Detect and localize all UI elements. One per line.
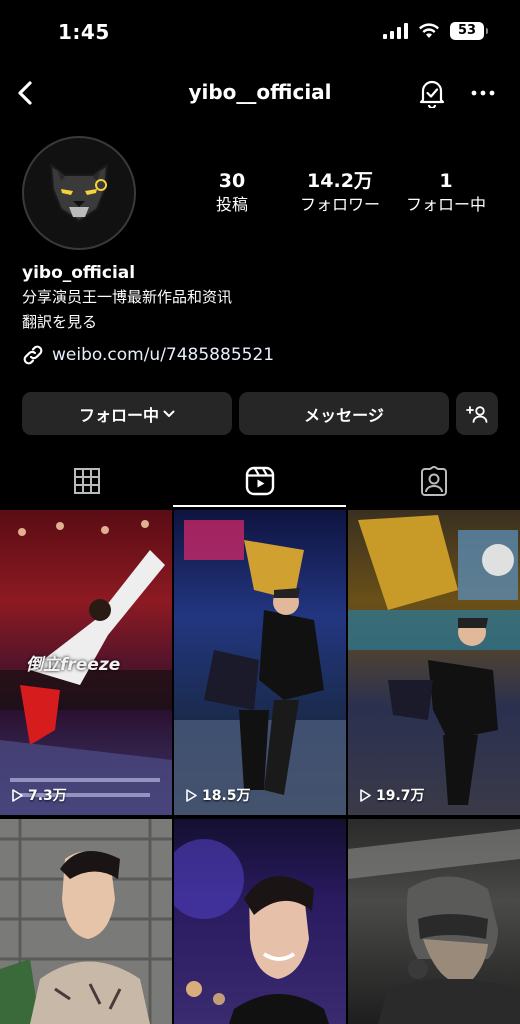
cellular-signal-icon: [383, 23, 408, 39]
profile-header: yibo__official: [0, 70, 520, 116]
reel-thumbnail: [348, 829, 520, 1024]
battery-icon: 53: [450, 22, 488, 40]
translate-link[interactable]: 翻訳を見る: [22, 310, 502, 335]
profile-tabs: [0, 455, 520, 507]
reel-overlay-text: 倒立freeze: [26, 655, 121, 675]
reel-tile[interactable]: 18.5万: [174, 510, 346, 815]
grid-icon: [73, 468, 100, 494]
link-text[interactable]: weibo.com/u/7485885521: [52, 345, 274, 365]
reel-thumbnail: [348, 515, 520, 805]
more-options-button[interactable]: [468, 76, 498, 110]
wifi-icon: [419, 23, 439, 38]
profile-link[interactable]: weibo.com/u/7485885521: [22, 344, 274, 366]
add-user-icon: [466, 405, 488, 423]
bio-text: 分享演员王一博最新作品和资讯: [22, 288, 233, 306]
profile-bio: yibo_official 分享演员王一博最新作品和资讯 翻訳を見る: [22, 261, 502, 335]
following-button[interactable]: フォロー中: [22, 392, 232, 435]
bell-check-icon: [419, 80, 445, 108]
reels-grid: 倒立freeze 7.3万 18.5万 19.7万: [0, 510, 520, 1024]
reel-views: 18.5万: [186, 785, 251, 805]
ellipsis-icon: [471, 90, 495, 96]
stat-value: 14.2万: [307, 170, 373, 192]
stat-label: フォロワー: [299, 195, 380, 214]
status-indicators: 53: [383, 22, 488, 40]
reel-thumbnail: [174, 839, 329, 1024]
tab-reels[interactable]: [173, 455, 346, 507]
following-label: フォロー中: [78, 405, 159, 425]
tab-posts-grid[interactable]: [0, 455, 173, 507]
stat-following[interactable]: 1 フォロー中: [396, 168, 496, 216]
active-tab-indicator: [173, 505, 346, 507]
reels-icon: [245, 466, 274, 496]
play-icon: [186, 788, 197, 802]
reel-tile[interactable]: [174, 819, 346, 1024]
message-label: メッセージ: [304, 405, 384, 425]
status-bar: 1:45 53: [0, 0, 520, 64]
link-icon: [23, 345, 43, 365]
stat-label: フォロー中: [405, 195, 486, 214]
message-button[interactable]: メッセージ: [239, 392, 449, 435]
notifications-button[interactable]: [416, 76, 448, 110]
reel-tile[interactable]: 19.7万: [348, 510, 520, 815]
reel-views: 7.3万: [12, 785, 67, 805]
suggested-users-button[interactable]: [456, 392, 498, 435]
play-icon: [360, 788, 371, 802]
tab-tagged[interactable]: [347, 455, 520, 507]
profile-name: yibo_official: [22, 263, 136, 283]
reel-thumbnail: [174, 520, 346, 815]
reel-tile[interactable]: [0, 819, 172, 1024]
stat-posts[interactable]: 30 投稿: [192, 168, 272, 216]
status-time: 1:45: [58, 20, 110, 44]
profile-avatar[interactable]: [22, 136, 136, 250]
stat-value: 1: [439, 170, 453, 192]
chevron-down-icon: [163, 410, 175, 417]
stat-value: 30: [218, 170, 246, 192]
play-icon: [12, 788, 23, 802]
reel-tile[interactable]: 倒立freeze 7.3万: [0, 510, 172, 815]
reel-tile[interactable]: [348, 819, 520, 1024]
panther-logo-icon: [49, 162, 109, 223]
reel-views: 19.7万: [360, 785, 425, 805]
reel-view-count: 7.3万: [28, 788, 67, 804]
stat-label: 投稿: [215, 195, 248, 214]
reel-view-count: 19.7万: [376, 788, 425, 804]
reel-view-count: 18.5万: [202, 788, 251, 804]
reel-thumbnail: [0, 819, 172, 1024]
stat-followers[interactable]: 14.2万 フォロワー: [284, 168, 396, 216]
tagged-icon: [420, 466, 447, 496]
